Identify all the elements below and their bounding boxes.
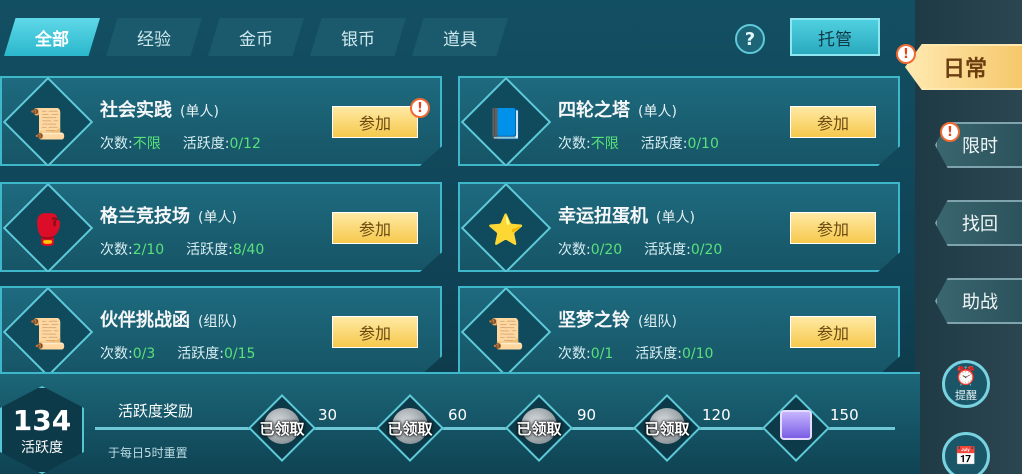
reward-item[interactable]: 已领取	[505, 394, 573, 462]
card-stats: 次数:不限 活跃度:0/10	[558, 136, 719, 152]
activity-card: 🥊 格兰竞技场 (单人) 次数:2/10 活跃度:8/40 参加	[0, 182, 442, 272]
book-icon: 📘	[487, 106, 525, 142]
chest-icon	[780, 410, 812, 440]
gauntlet-icon: 🥊	[29, 212, 67, 248]
card-title: 幸运扭蛋机 (单人)	[558, 206, 695, 227]
help-button[interactable]: ?	[735, 24, 765, 54]
join-button[interactable]: 参加	[790, 316, 876, 348]
activity-score: 134	[12, 403, 72, 437]
reward-item[interactable]	[762, 394, 830, 462]
scroll-icon: 📜	[29, 106, 67, 142]
alert-icon: !	[940, 122, 960, 142]
alert-icon: !	[410, 98, 430, 118]
join-button[interactable]: 参加	[332, 316, 418, 348]
reset-note: 于每日5时重置	[108, 446, 188, 460]
card-stats: 次数:2/10 活跃度:8/40	[100, 242, 265, 258]
side-tab-assist[interactable]: 助战	[935, 278, 1022, 324]
activity-card: 📜 社会实践 (单人) 次数:不限 活跃度:0/12 参加	[0, 76, 442, 166]
calendar-button[interactable]: 📅	[942, 432, 990, 474]
reward-status: 已领取	[387, 420, 433, 438]
daily-activity-screen: 全部 经验 金币 银币 道具 ? 托管 📜 社会实践 (单人) 次数:不限 活跃度:…	[0, 0, 1022, 474]
card-title: 坚梦之铃 (组队)	[558, 310, 677, 331]
reward-item[interactable]: 已领取	[633, 394, 701, 462]
tab-silver[interactable]: 银币	[310, 18, 406, 56]
reward-threshold: 90	[577, 406, 597, 424]
join-button[interactable]: 参加	[790, 106, 876, 138]
card-title: 社会实践 (单人)	[100, 100, 219, 121]
card-stats: 次数:0/1 活跃度:0/10	[558, 346, 714, 362]
card-title: 伙伴挑战函 (组队)	[100, 310, 237, 331]
calendar-icon: 📅	[954, 445, 978, 467]
reward-threshold: 30	[318, 406, 338, 424]
side-tab-daily[interactable]: 日常	[905, 44, 1022, 90]
alarm-clock-icon: ⏰	[954, 365, 978, 387]
reminder-button[interactable]: ⏰ 提醒	[942, 360, 990, 408]
auto-host-button[interactable]: 托管	[790, 18, 880, 56]
reward-threshold: 150	[830, 406, 859, 424]
card-stats: 次数:0/3 活跃度:0/15	[100, 346, 256, 362]
activity-card: 📘 四轮之塔 (单人) 次数:不限 活跃度:0/10 参加	[458, 76, 900, 166]
card-title: 四轮之塔 (单人)	[558, 100, 677, 121]
reward-status: 已领取	[644, 420, 690, 438]
activity-card: 📜 伙伴挑战函 (组队) 次数:0/3 活跃度:0/15 参加	[0, 286, 442, 376]
capsule-icon: ⭐	[487, 212, 525, 248]
reward-threshold: 120	[702, 406, 731, 424]
scroll-icon: 📜	[487, 316, 525, 352]
reward-item[interactable]: 已领取	[248, 394, 316, 462]
tab-exp[interactable]: 经验	[106, 18, 202, 56]
category-tabs: 全部 经验 金币 银币 道具	[4, 18, 508, 56]
tab-items[interactable]: 道具	[412, 18, 508, 56]
join-button[interactable]: 参加	[332, 106, 418, 138]
activity-card: 📜 坚梦之铃 (组队) 次数:0/1 活跃度:0/10 参加	[458, 286, 900, 376]
reminder-label: 提醒	[955, 388, 977, 402]
card-stats: 次数:不限 活跃度:0/12	[100, 136, 261, 152]
side-tab-retrieve[interactable]: 找回	[935, 200, 1022, 246]
activity-card: ⭐ 幸运扭蛋机 (单人) 次数:0/20 活跃度:0/20 参加	[458, 182, 900, 272]
tab-all[interactable]: 全部	[4, 18, 100, 56]
alert-icon: !	[896, 44, 916, 64]
scroll-icon: 📜	[29, 316, 67, 352]
join-button[interactable]: 参加	[332, 212, 418, 244]
reward-threshold: 60	[448, 406, 468, 424]
card-title: 格兰竞技场 (单人)	[100, 206, 237, 227]
tab-gold[interactable]: 金币	[208, 18, 304, 56]
activity-score-label: 活跃度	[21, 439, 63, 456]
card-stats: 次数:0/20 活跃度:0/20	[558, 242, 723, 258]
reward-item[interactable]: 已领取	[376, 394, 444, 462]
reward-status: 已领取	[516, 420, 562, 438]
join-button[interactable]: 参加	[790, 212, 876, 244]
reward-status: 已领取	[259, 420, 305, 438]
reward-title: 活跃度奖励	[118, 402, 194, 420]
